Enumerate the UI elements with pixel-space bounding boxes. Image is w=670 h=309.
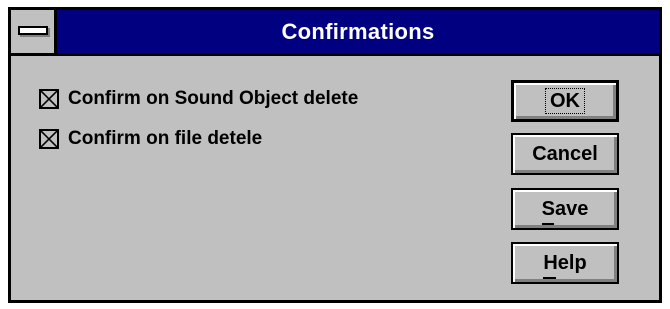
ok-button[interactable]: OK xyxy=(511,80,619,122)
checkbox-label: Confirm on file detele xyxy=(68,128,263,149)
title-bar[interactable]: Confirmations xyxy=(11,10,659,56)
confirm-sound-object-delete-checkbox[interactable]: Confirm on Sound Object delete xyxy=(39,88,358,110)
ok-button-label: OK xyxy=(545,88,585,114)
checkbox-box[interactable] xyxy=(39,129,59,149)
system-menu-icon xyxy=(18,26,48,35)
cancel-button-label: Cancel xyxy=(532,143,598,165)
cancel-button[interactable]: Cancel xyxy=(511,133,619,175)
checkbox-label: Confirm on Sound Object delete xyxy=(68,88,359,109)
mnemonic-underline xyxy=(543,277,557,279)
x-mark-icon xyxy=(41,131,57,147)
help-button-label: Help xyxy=(543,244,587,282)
system-menu-button[interactable] xyxy=(11,10,57,53)
save-button[interactable]: Save xyxy=(511,188,619,230)
dialog-title: Confirmations xyxy=(281,19,435,44)
help-button[interactable]: Help xyxy=(511,242,619,284)
confirmations-dialog: Confirmations Confirm on Sound Object de… xyxy=(8,7,662,303)
confirm-file-delete-checkbox[interactable]: Confirm on file detele xyxy=(39,128,262,150)
save-button-label: Save xyxy=(541,190,589,228)
mnemonic-underline xyxy=(541,223,554,225)
x-mark-icon xyxy=(41,91,57,107)
help-button-text: Help xyxy=(543,252,587,274)
checkbox-box[interactable] xyxy=(39,89,59,109)
save-button-text: Save xyxy=(541,198,589,220)
